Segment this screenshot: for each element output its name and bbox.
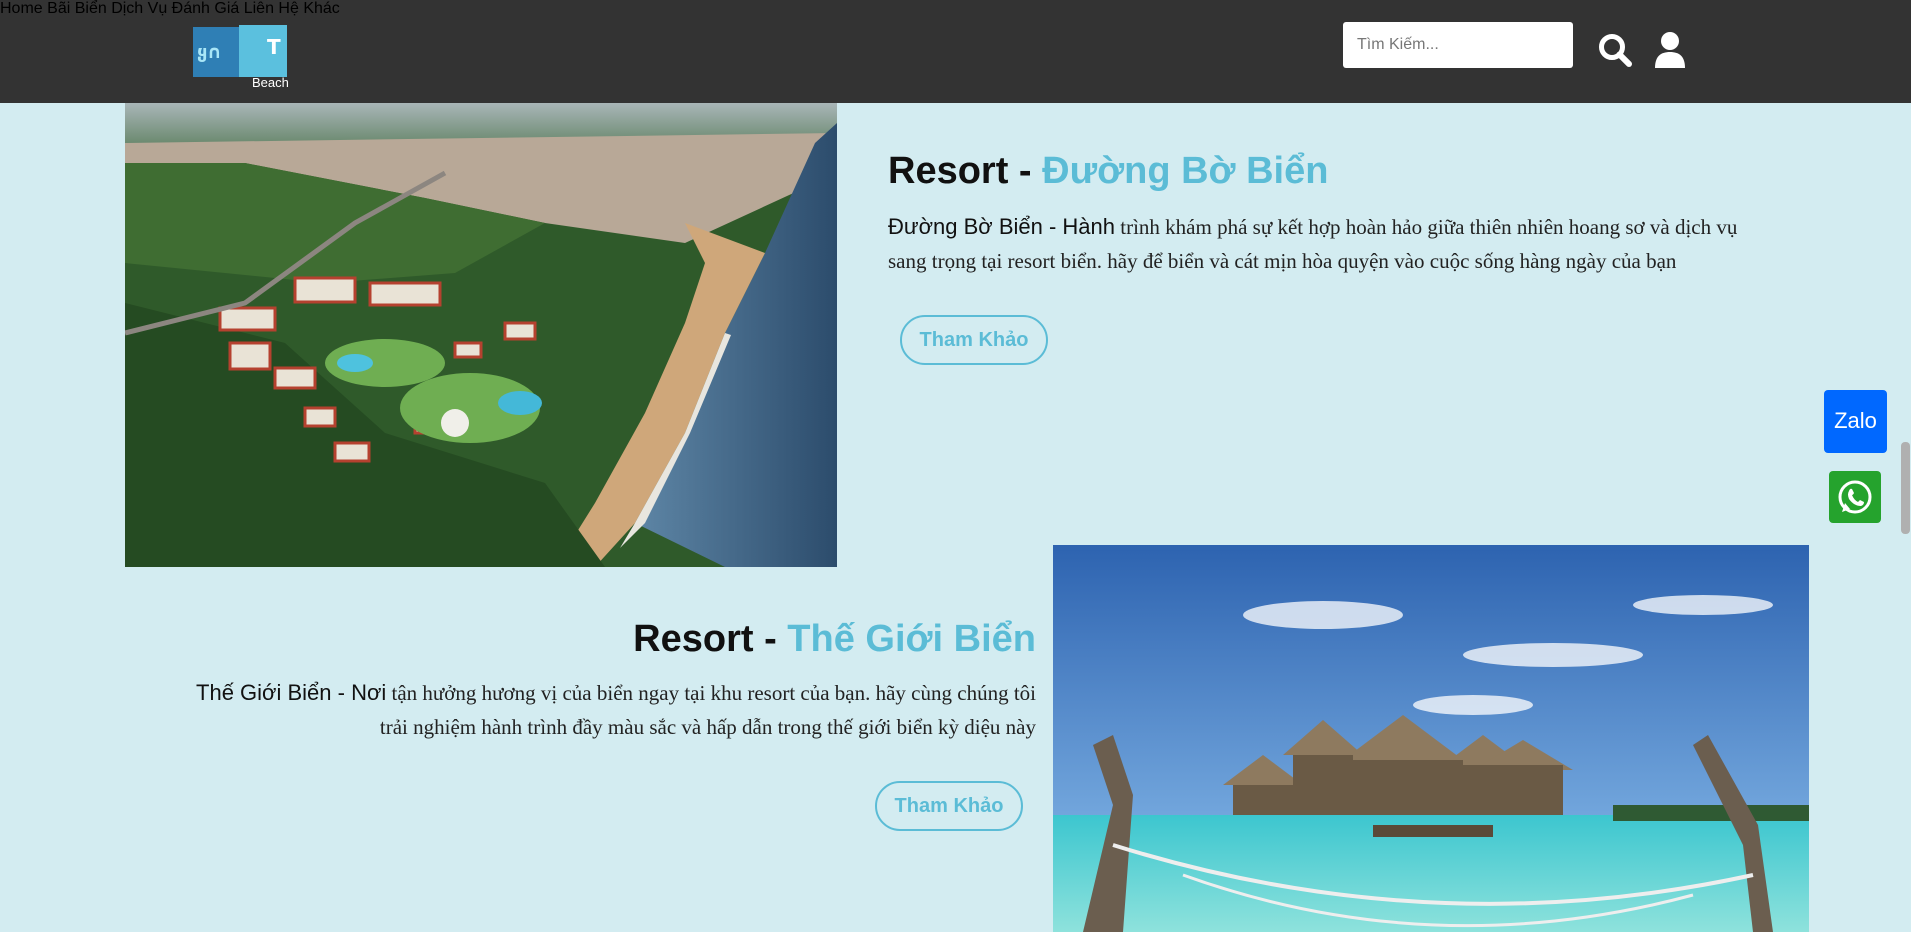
scrollbar-thumb[interactable] bbox=[1901, 442, 1910, 534]
logo-right-text: T bbox=[267, 35, 281, 59]
resort-coast-image bbox=[125, 103, 837, 567]
section1-description: Đường Bờ Biển - Hành trình khám phá sự k… bbox=[888, 210, 1768, 278]
section2-tham-khao-button[interactable]: Tham Khảo bbox=[875, 781, 1023, 831]
section2-title-accent: Thế Giới Biển bbox=[787, 618, 1036, 660]
resort-sea-world-image bbox=[1053, 545, 1809, 932]
nav-home[interactable]: Home bbox=[0, 0, 43, 17]
section1-title: Resort - Đường Bờ Biển bbox=[888, 150, 1328, 193]
nav-danh-gia[interactable]: Đánh Giá bbox=[172, 0, 240, 17]
logo-left-text: ყ∩ bbox=[197, 42, 222, 63]
section1-title-accent: Đường Bờ Biển bbox=[1042, 150, 1329, 192]
section2-title-prefix: Resort - bbox=[633, 618, 788, 660]
nav-lien-he[interactable]: Liên Hệ bbox=[244, 0, 299, 17]
section2-description: Thế Giới Biển - Nơi tận hưởng hương vị c… bbox=[170, 676, 1036, 744]
section1-title-prefix: Resort - bbox=[888, 150, 1043, 192]
user-icon[interactable] bbox=[1654, 31, 1686, 69]
whatsapp-icon[interactable] bbox=[1829, 471, 1881, 523]
section1-tham-khao-button[interactable]: Tham Khảo bbox=[900, 315, 1048, 365]
section2-title: Resort - Thế Giới Biển bbox=[633, 618, 1036, 661]
zalo-label: Zalo bbox=[1834, 408, 1877, 433]
section1-desc-lead: Đường Bờ Biển - Hành bbox=[888, 214, 1116, 239]
zalo-icon[interactable]: Zalo bbox=[1824, 390, 1887, 453]
section2-desc-body: tận hưởng hương vị của biển ngay tại khu… bbox=[379, 681, 1036, 739]
nav-khac[interactable]: Khác bbox=[303, 0, 339, 17]
top-navbar: ყ∩ T Beach Home Bãi Biển Dịch Vụ Đánh Gi… bbox=[0, 0, 1911, 103]
nav-bai-bien[interactable]: Bãi Biển bbox=[47, 0, 107, 17]
section2-desc-lead: Thế Giới Biển - Nơi bbox=[196, 680, 387, 705]
nav-dich-vu[interactable]: Dịch Vụ bbox=[111, 0, 167, 17]
logo-subtitle: Beach bbox=[252, 75, 289, 90]
site-logo[interactable]: ყ∩ T Beach bbox=[193, 25, 289, 91]
search-input[interactable] bbox=[1343, 22, 1573, 68]
search-icon[interactable] bbox=[1597, 32, 1633, 68]
